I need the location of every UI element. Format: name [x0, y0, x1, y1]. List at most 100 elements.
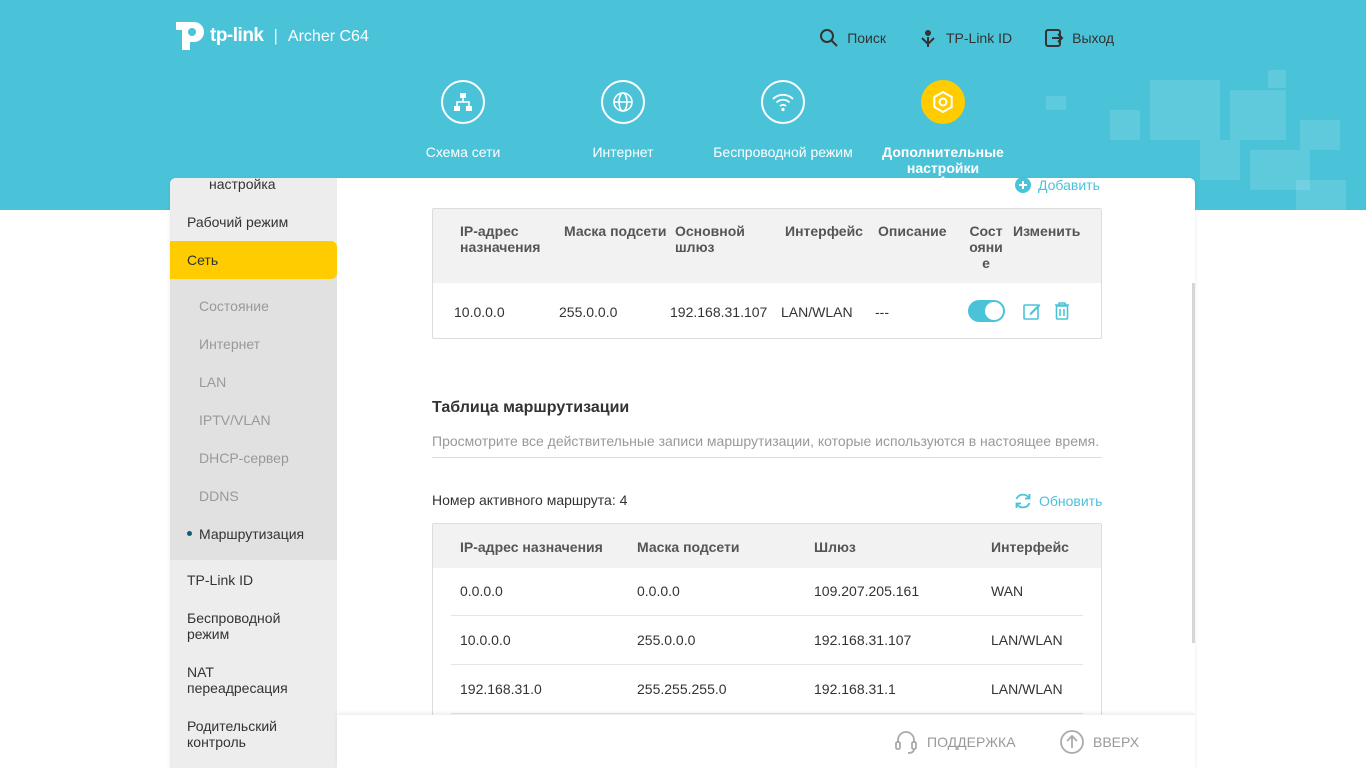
table-cell: 10.0.0.0 — [460, 632, 511, 648]
col-edit: Изменить — [1013, 223, 1081, 239]
sidebar-subitem-routing[interactable]: Маршрутизация — [199, 526, 304, 542]
col-interface: Интерфейс — [991, 539, 1069, 555]
table-cell: 109.207.205.161 — [814, 583, 920, 599]
refresh-label: Обновить — [1039, 493, 1103, 509]
sidebar: настройка Рабочий режим Сеть Состояние И… — [170, 178, 337, 768]
add-icon — [1015, 178, 1031, 193]
main-panel: настройка Рабочий режим Сеть Состояние И… — [170, 178, 1195, 768]
tplink-id-label: TP-Link ID — [945, 30, 1013, 46]
header-decoration — [1150, 80, 1220, 140]
back-to-top-label: ВВЕРХ — [1093, 734, 1140, 750]
tplink-id-icon — [921, 30, 935, 47]
sidebar-subitem-ddns[interactable]: DDNS — [199, 488, 239, 504]
table-cell: 255.0.0.0 — [637, 632, 696, 648]
sidebar-subitem-dhcp[interactable]: DHCP-сервер — [199, 450, 289, 466]
support-label: ПОДДЕРЖКА — [927, 734, 1016, 750]
row-divider — [451, 713, 1083, 714]
nav-wireless-label: Беспроводной режим — [713, 144, 853, 160]
col-status: Сост ояни е — [969, 223, 1003, 271]
table-cell: 192.168.31.0 — [460, 681, 542, 697]
sidebar-subitem-internet[interactable]: Интернет — [199, 336, 260, 352]
table-cell: LAN/WLAN — [991, 632, 1063, 648]
route-interface: LAN/WLAN — [781, 304, 853, 320]
logout-icon — [1045, 29, 1064, 47]
content-area: Добавить IP-адрес назначения Маска подсе… — [337, 178, 1195, 768]
table-cell: LAN/WLAN — [991, 681, 1063, 697]
tplink-id-link[interactable]: TP-Link ID — [918, 28, 1012, 48]
header-decoration — [1296, 180, 1346, 210]
headset-icon — [895, 731, 917, 754]
brand-separator: | — [273, 26, 278, 45]
col-interface: Интерфейс — [785, 223, 863, 239]
sidebar-subitem-lan[interactable]: LAN — [199, 374, 226, 390]
header-decoration — [1230, 90, 1286, 140]
support-button[interactable]: ПОДДЕРЖКА — [893, 729, 1016, 755]
header-decoration — [1110, 110, 1140, 140]
col-mask: Маска подсети — [564, 223, 667, 239]
sidebar-item-operation-mode[interactable]: Рабочий режим — [170, 214, 337, 230]
search-link-label: Поиск — [847, 30, 886, 46]
active-route-count: Номер активного маршрута: 4 — [432, 492, 628, 508]
nav-network-map-label: Схема сети — [425, 144, 501, 160]
scrollbar[interactable] — [1192, 283, 1195, 643]
brand-name: tp-link — [210, 25, 264, 46]
footer-bar: ПОДДЕРЖКА ВВЕРХ — [337, 715, 1195, 768]
refresh-icon — [1015, 493, 1031, 509]
sidebar-item-parental[interactable]: Родительский контроль — [170, 718, 290, 750]
routing-table-description: Просмотрите все действительные записи ма… — [432, 433, 1102, 458]
main-nav: Схема сети Интернет Беспроводной режим Д… — [383, 80, 1023, 186]
active-dot-icon — [187, 531, 192, 536]
nav-advanced[interactable]: Дополнительные настройки — [863, 80, 1023, 186]
globe-icon — [601, 80, 645, 124]
sidebar-item-network[interactable]: Сеть — [170, 241, 337, 279]
col-dest: IP-адрес назначения — [460, 539, 603, 555]
sidebar-item-tplink-id[interactable]: TP-Link ID — [170, 572, 337, 588]
gear-icon — [921, 80, 965, 124]
search-icon — [820, 29, 838, 47]
nav-wireless[interactable]: Беспроводной режим — [703, 80, 863, 176]
header-decoration — [1046, 96, 1066, 110]
col-gateway: Шлюз — [814, 539, 856, 555]
search-link[interactable]: Поиск — [819, 28, 886, 48]
add-route-button[interactable]: Добавить — [1014, 178, 1100, 194]
tplink-logo-icon — [170, 18, 206, 54]
edit-icon[interactable] — [1022, 301, 1042, 326]
top-links: Поиск TP-Link ID Выход — [819, 28, 1114, 48]
sidebar-item-partial[interactable]: настройка — [170, 178, 337, 192]
header-decoration — [1200, 140, 1240, 180]
table-cell: 192.168.31.1 — [814, 681, 896, 697]
network-map-icon — [441, 80, 485, 124]
sidebar-subitem-iptv[interactable]: IPTV/VLAN — [199, 412, 271, 428]
route-description: --- — [875, 304, 889, 320]
header-decoration — [1300, 120, 1340, 150]
logout-label: Выход — [1072, 30, 1114, 46]
refresh-button[interactable]: Обновить — [1013, 491, 1102, 511]
route-dest: 10.0.0.0 — [454, 304, 505, 320]
sidebar-item-nat[interactable]: NAT переадресация — [170, 664, 290, 696]
table-cell: 192.168.31.107 — [814, 632, 912, 648]
table-cell: WAN — [991, 583, 1024, 599]
back-to-top-button[interactable]: ВВЕРХ — [1059, 729, 1139, 755]
nav-network-map[interactable]: Схема сети — [383, 80, 543, 176]
col-description: Описание — [878, 223, 947, 239]
wifi-icon — [761, 80, 805, 124]
table-cell: 0.0.0.0 — [460, 583, 503, 599]
logout-link[interactable]: Выход — [1044, 28, 1114, 48]
header-decoration — [1268, 70, 1286, 88]
table-cell: 255.255.255.0 — [637, 681, 727, 697]
sidebar-subitem-status[interactable]: Состояние — [199, 298, 269, 314]
col-mask: Маска подсети — [637, 539, 740, 555]
tplink-logo[interactable]: tp-link | Archer C64 — [170, 18, 369, 54]
col-dest: IP-адрес назначения — [460, 223, 541, 255]
nav-advanced-label: Дополнительные настройки — [882, 144, 1004, 176]
nav-internet[interactable]: Интернет — [543, 80, 703, 176]
route-mask: 255.0.0.0 — [559, 304, 618, 320]
routing-table-title: Таблица маршрутизации — [432, 399, 630, 416]
row-divider — [451, 664, 1083, 665]
delete-icon[interactable] — [1053, 301, 1071, 326]
nav-internet-label: Интернет — [592, 144, 654, 160]
sidebar-item-wireless[interactable]: Беспроводной режим — [170, 610, 290, 642]
table-cell: 0.0.0.0 — [637, 583, 680, 599]
model-name: Archer C64 — [287, 28, 369, 45]
route-status-toggle[interactable] — [968, 300, 1005, 322]
